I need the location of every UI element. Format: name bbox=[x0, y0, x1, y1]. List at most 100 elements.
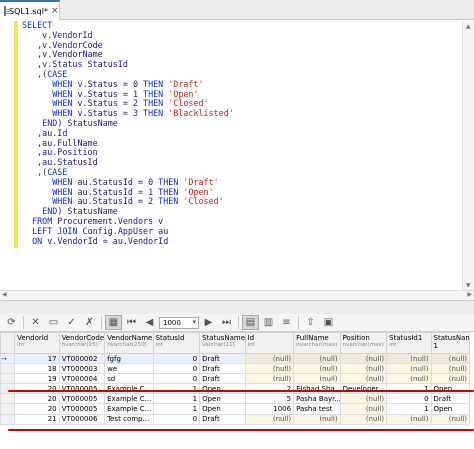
close-icon[interactable]: × bbox=[51, 6, 59, 16]
column-header[interactable]: StatusId int bbox=[152, 332, 201, 354]
code-line[interactable]: END) StatusName bbox=[22, 118, 460, 129]
table-cell[interactable]: 0 bbox=[386, 393, 432, 405]
table-cell[interactable]: 1006 bbox=[244, 403, 295, 415]
row-indicator[interactable] bbox=[0, 363, 16, 375]
table-cell[interactable]: Developer bbox=[339, 383, 388, 395]
table-cell[interactable]: Pasha Bayr... bbox=[293, 393, 341, 405]
table-cell[interactable]: Elshad Sha... bbox=[293, 383, 341, 395]
table-cell[interactable]: 20 bbox=[14, 393, 60, 405]
results-grid[interactable]: VendorId int VendorCode nvarchar(25) VendorN… bbox=[0, 332, 474, 449]
table-cell[interactable]: 18 bbox=[14, 363, 60, 375]
table-row[interactable]: 20 VT000005 Example C... 1 Open 2 Elshad Sha..… bbox=[0, 383, 471, 395]
grid-view-icon[interactable]: ▦ bbox=[105, 315, 122, 330]
table-cell[interactable]: VT000003 bbox=[58, 363, 106, 375]
table-cell[interactable]: 0 bbox=[152, 373, 201, 385]
table-cell[interactable]: (null) bbox=[386, 352, 432, 365]
table-cell[interactable]: (null) bbox=[244, 352, 295, 365]
table-cell[interactable]: (null) bbox=[339, 352, 388, 365]
table-cell[interactable]: Draft bbox=[430, 393, 471, 405]
table-cell[interactable]: 17 bbox=[14, 352, 60, 365]
text-view-icon[interactable]: ≡ bbox=[278, 315, 295, 330]
table-cell[interactable]: Example C... bbox=[104, 383, 154, 395]
table-cell[interactable]: (null) bbox=[339, 363, 388, 375]
table-cell[interactable]: (null) bbox=[339, 393, 388, 405]
code-line[interactable]: ,au.StatusId bbox=[22, 157, 460, 168]
code-line[interactable]: ON v.VendorId = au.VendorId bbox=[22, 236, 460, 247]
first-page-icon[interactable]: ⏮ bbox=[123, 315, 140, 330]
table-cell[interactable]: Open bbox=[430, 403, 471, 415]
table-cell[interactable]: 19 bbox=[14, 373, 60, 385]
table-cell[interactable]: (null) bbox=[430, 352, 471, 365]
column-header[interactable]: StatusId1 int bbox=[386, 332, 432, 354]
table-cell[interactable]: (null) bbox=[293, 373, 341, 385]
table-cell[interactable]: Draft bbox=[199, 363, 246, 375]
table-cell[interactable]: 0 bbox=[152, 413, 201, 425]
tab-sql1[interactable]: SQL1.sql* × bbox=[0, 0, 60, 20]
editor-horizontal-scrollbar[interactable]: ◀ ▶ bbox=[0, 290, 474, 300]
row-indicator[interactable] bbox=[0, 373, 16, 385]
table-row[interactable]: → 17 VT000002 fgfg 0 Draft (null) (null) (null)(… bbox=[0, 352, 471, 365]
table-cell[interactable]: (null) bbox=[430, 373, 471, 385]
table-cell[interactable]: 1 bbox=[152, 383, 201, 395]
table-cell[interactable]: (null) bbox=[293, 413, 341, 425]
table-row[interactable]: 20 VT000005 Example C... 1 Open 1006 Pasha tes… bbox=[0, 403, 471, 415]
table-cell[interactable]: (null) bbox=[339, 373, 388, 385]
card-view-icon[interactable]: ▥ bbox=[260, 315, 277, 330]
page-size-select[interactable]: 1000 bbox=[159, 316, 199, 329]
row-indicator[interactable] bbox=[0, 403, 16, 415]
column-header[interactable]: StatusName 1 bbox=[430, 332, 471, 354]
table-cell[interactable]: Open bbox=[430, 383, 471, 395]
table-cell[interactable]: Draft bbox=[199, 352, 246, 365]
cancel-edit-icon[interactable]: ✕ bbox=[27, 315, 44, 330]
column-header[interactable]: Position nvarchar(max) bbox=[339, 332, 388, 354]
column-header[interactable]: Id int bbox=[244, 332, 295, 354]
table-cell[interactable]: 20 bbox=[14, 383, 60, 395]
table-cell[interactable]: VT000005 bbox=[58, 393, 106, 405]
table-cell[interactable]: Draft bbox=[199, 413, 246, 425]
table-cell[interactable]: (null) bbox=[244, 373, 295, 385]
table-cell[interactable]: 0 bbox=[152, 363, 201, 375]
table-cell[interactable]: (null) bbox=[244, 413, 295, 425]
table-cell[interactable]: Test comp... bbox=[104, 413, 154, 425]
column-header[interactable]: StatusName varchar(11) bbox=[199, 332, 246, 354]
table-cell[interactable]: Open bbox=[199, 383, 246, 395]
scroll-right-icon[interactable]: ▶ bbox=[467, 291, 472, 298]
table-cell[interactable]: Open bbox=[199, 393, 246, 405]
export-icon[interactable]: ⇪ bbox=[302, 315, 319, 330]
table-cell[interactable]: (null) bbox=[386, 363, 432, 375]
table-cell[interactable]: (null) bbox=[339, 413, 388, 425]
table-cell[interactable]: fgfg bbox=[104, 352, 154, 365]
filter-icon[interactable]: ▣ bbox=[320, 315, 337, 330]
table-cell[interactable]: 0 bbox=[152, 352, 201, 365]
table-row[interactable]: 20 VT000005 Example C... 1 Open 5 Pasha Bayr..… bbox=[0, 393, 471, 405]
table-cell[interactable]: 1 bbox=[152, 393, 201, 405]
table-row[interactable]: 19 VT000004 sd 0 Draft (null) (null) (null) (nul… bbox=[0, 373, 471, 385]
table-cell[interactable]: Pasha test bbox=[293, 403, 341, 415]
table-cell[interactable]: VT000002 bbox=[58, 352, 106, 365]
table-cell[interactable]: 20 bbox=[14, 403, 60, 415]
table-view-icon[interactable]: ▤ bbox=[242, 315, 259, 330]
table-cell[interactable]: sd bbox=[104, 373, 154, 385]
editor-vertical-scrollbar[interactable]: ▲ ▼ bbox=[462, 21, 474, 291]
last-page-icon[interactable]: ⏭ bbox=[218, 315, 235, 330]
table-row[interactable]: 18 VT000003 we 0 Draft (null) (null) (null) (nul… bbox=[0, 363, 471, 375]
table-cell[interactable]: 1 bbox=[386, 383, 432, 395]
delete-row-icon[interactable]: ▭ bbox=[45, 315, 62, 330]
table-cell[interactable]: (null) bbox=[386, 373, 432, 385]
pane-splitter[interactable] bbox=[0, 300, 474, 314]
column-header[interactable]: FullName nvarchar(max) bbox=[293, 332, 341, 354]
row-indicator[interactable] bbox=[0, 413, 16, 425]
table-cell[interactable]: Draft bbox=[199, 373, 246, 385]
table-cell[interactable]: VT000005 bbox=[58, 403, 106, 415]
table-cell[interactable]: VT000004 bbox=[58, 373, 106, 385]
next-page-icon[interactable]: ▶ bbox=[200, 315, 217, 330]
table-cell[interactable]: (null) bbox=[386, 413, 432, 425]
table-row[interactable]: 21 VT000006 Test comp... 0 Draft (null) (null)… bbox=[0, 413, 471, 425]
table-cell[interactable]: VT000005 bbox=[58, 383, 106, 395]
row-indicator[interactable] bbox=[0, 383, 16, 395]
apply-changes-icon[interactable]: ✓ bbox=[63, 315, 80, 330]
table-cell[interactable]: 1 bbox=[152, 403, 201, 415]
column-header[interactable]: VendorCode nvarchar(25) bbox=[58, 332, 106, 354]
table-cell[interactable]: VT000006 bbox=[58, 413, 106, 425]
table-cell[interactable]: (null) bbox=[293, 363, 341, 375]
